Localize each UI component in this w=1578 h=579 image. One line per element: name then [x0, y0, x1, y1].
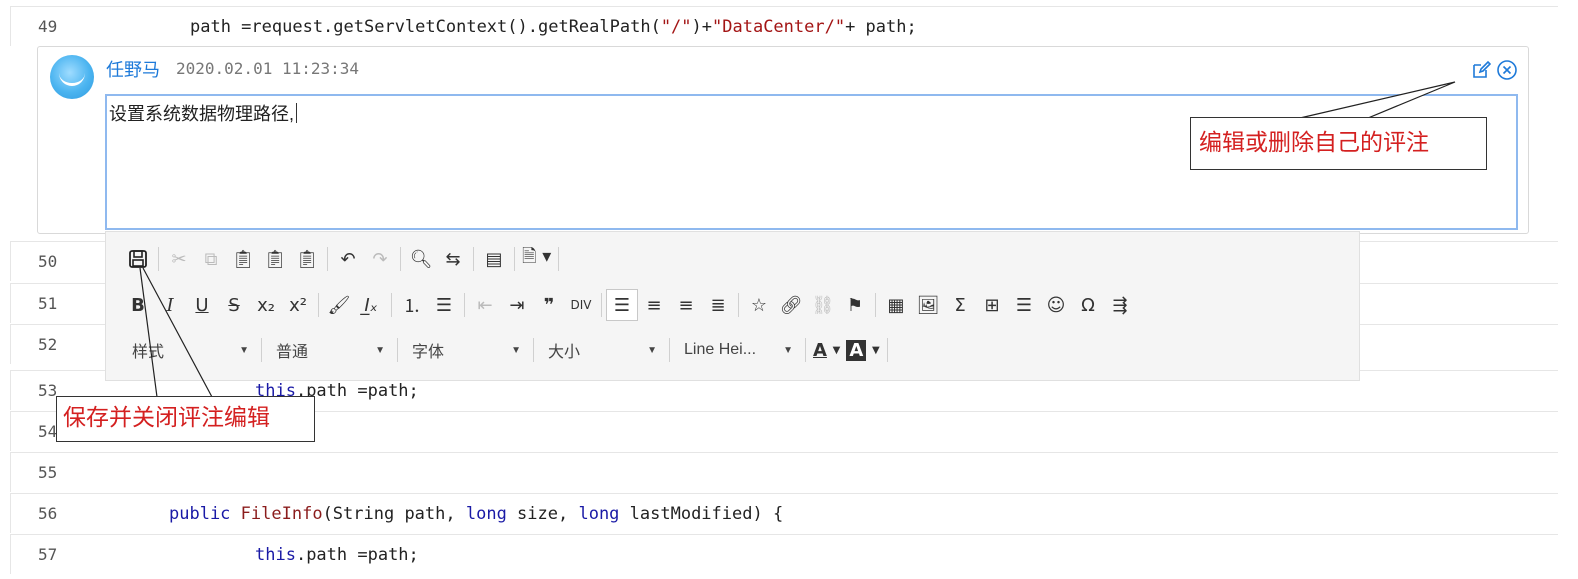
callout-save-close: 保存并关闭评注编辑 — [56, 396, 315, 442]
callout-edit-delete: 编辑或删除自己的评注 — [1190, 117, 1487, 170]
annotation-leader-lines — [139, 81, 1456, 398]
